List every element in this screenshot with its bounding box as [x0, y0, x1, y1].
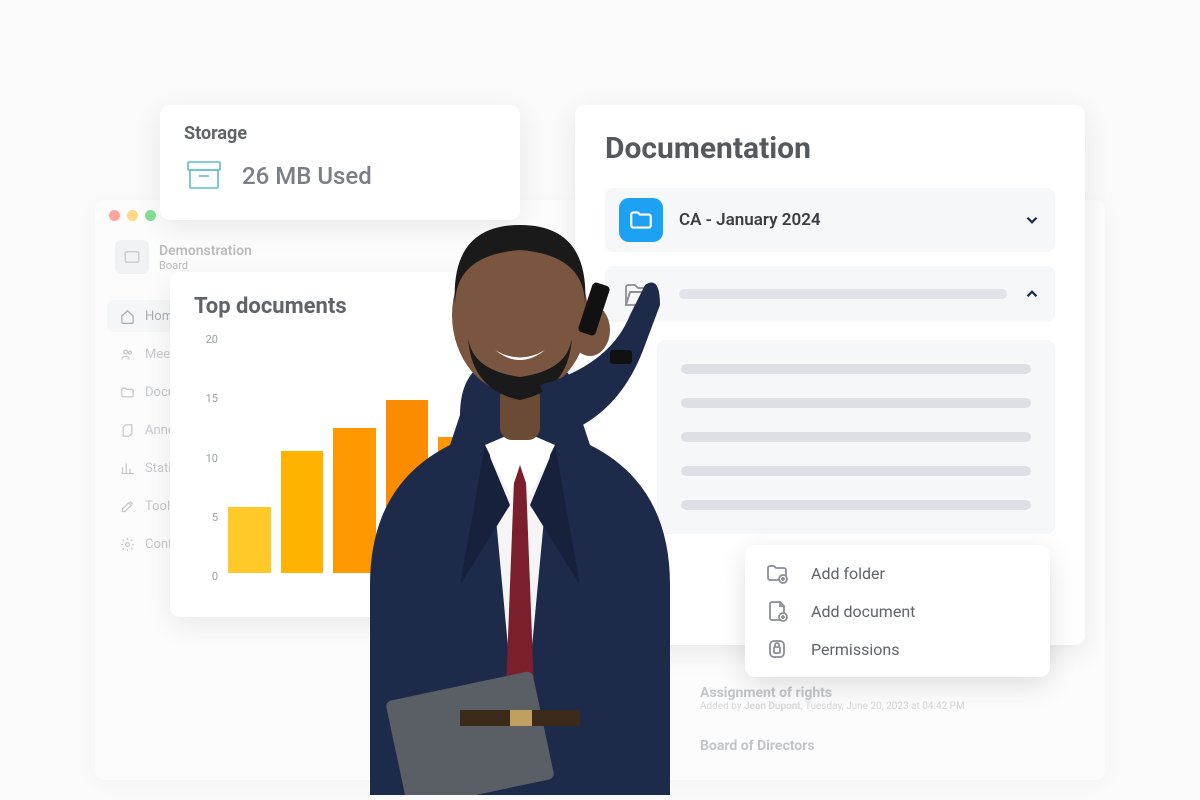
- gear-icon: [119, 536, 135, 552]
- placeholder-line: [681, 432, 1031, 442]
- ytick: 15: [206, 392, 218, 405]
- ctx-add-document[interactable]: Add document: [765, 599, 1030, 623]
- ctx-item-label: Add folder: [811, 564, 885, 583]
- placeholder-line: [679, 289, 1007, 299]
- ctx-item-label: Permissions: [811, 640, 899, 659]
- folder-icon: [119, 384, 135, 400]
- top-documents-title: Top documents: [194, 294, 481, 319]
- ctx-permissions[interactable]: Permissions: [765, 637, 1030, 661]
- window-controls: [109, 210, 156, 221]
- ytick: 10: [206, 452, 218, 465]
- stats-icon: [119, 460, 135, 476]
- storage-label: Storage: [184, 123, 496, 144]
- top-documents-card: Top documents 20 15 10 5 0: [170, 272, 505, 617]
- folder-name: CA - January 2024: [679, 210, 1007, 230]
- chevron-down-icon: [1023, 211, 1041, 229]
- placeholder-line: [681, 500, 1031, 510]
- storage-value: 26 MB Used: [242, 162, 372, 190]
- placeholder-line: [681, 364, 1031, 374]
- tools-icon: [119, 498, 135, 514]
- app-name: Demonstration: [159, 243, 252, 259]
- background-list: Assignment of rights Added by Jean Dupon…: [700, 685, 1080, 780]
- placeholder-line: [681, 466, 1031, 476]
- ytick: 20: [206, 333, 218, 346]
- users-icon: [119, 346, 135, 362]
- list-item-title: Assignment of rights: [700, 685, 1080, 701]
- ctx-item-label: Add document: [811, 602, 915, 621]
- folder-open-icon: [619, 276, 663, 312]
- list-item-title: Board of Directors: [700, 738, 1080, 754]
- context-menu: Add folder Add document Permissions: [745, 545, 1050, 677]
- list-item[interactable]: Assignment of rights Added by Jean Dupon…: [700, 685, 1080, 712]
- folder-contents: [657, 340, 1055, 534]
- app-subtitle: Board: [159, 259, 252, 272]
- top-documents-chart: 20 15 10 5 0: [194, 333, 481, 583]
- app-logo: [115, 240, 149, 274]
- bar: [438, 437, 481, 573]
- app-header: Demonstration Board: [115, 240, 252, 274]
- list-item[interactable]: Board of Directors: [700, 738, 1080, 754]
- chart-bars: [228, 339, 481, 573]
- ctx-add-folder[interactable]: Add folder: [765, 561, 1030, 585]
- bar: [386, 400, 429, 573]
- note-icon: [119, 422, 135, 438]
- maximize-dot[interactable]: [145, 210, 156, 221]
- folder-icon: [619, 198, 663, 242]
- bar: [228, 507, 271, 573]
- bar: [333, 428, 376, 573]
- ytick: 5: [212, 511, 218, 524]
- lock-icon: [765, 637, 789, 661]
- bar: [281, 451, 324, 573]
- folder-add-icon: [765, 561, 789, 585]
- storage-card: Storage 26 MB Used: [160, 105, 520, 220]
- home-icon: [119, 308, 135, 324]
- document-add-icon: [765, 599, 789, 623]
- close-dot[interactable]: [109, 210, 120, 221]
- list-item-subtitle: Added by Jean Dupont, Tuesday, June 20, …: [700, 701, 1080, 712]
- minimize-dot[interactable]: [127, 210, 138, 221]
- chevron-up-icon: [1023, 285, 1041, 303]
- archive-icon: [184, 158, 224, 194]
- chart-yaxis: 20 15 10 5 0: [194, 333, 218, 583]
- documentation-title: Documentation: [605, 131, 1055, 166]
- folder-row-expanded[interactable]: [605, 266, 1055, 322]
- ytick: 0: [212, 570, 218, 583]
- folder-row-current[interactable]: CA - January 2024: [605, 188, 1055, 252]
- placeholder-line: [681, 398, 1031, 408]
